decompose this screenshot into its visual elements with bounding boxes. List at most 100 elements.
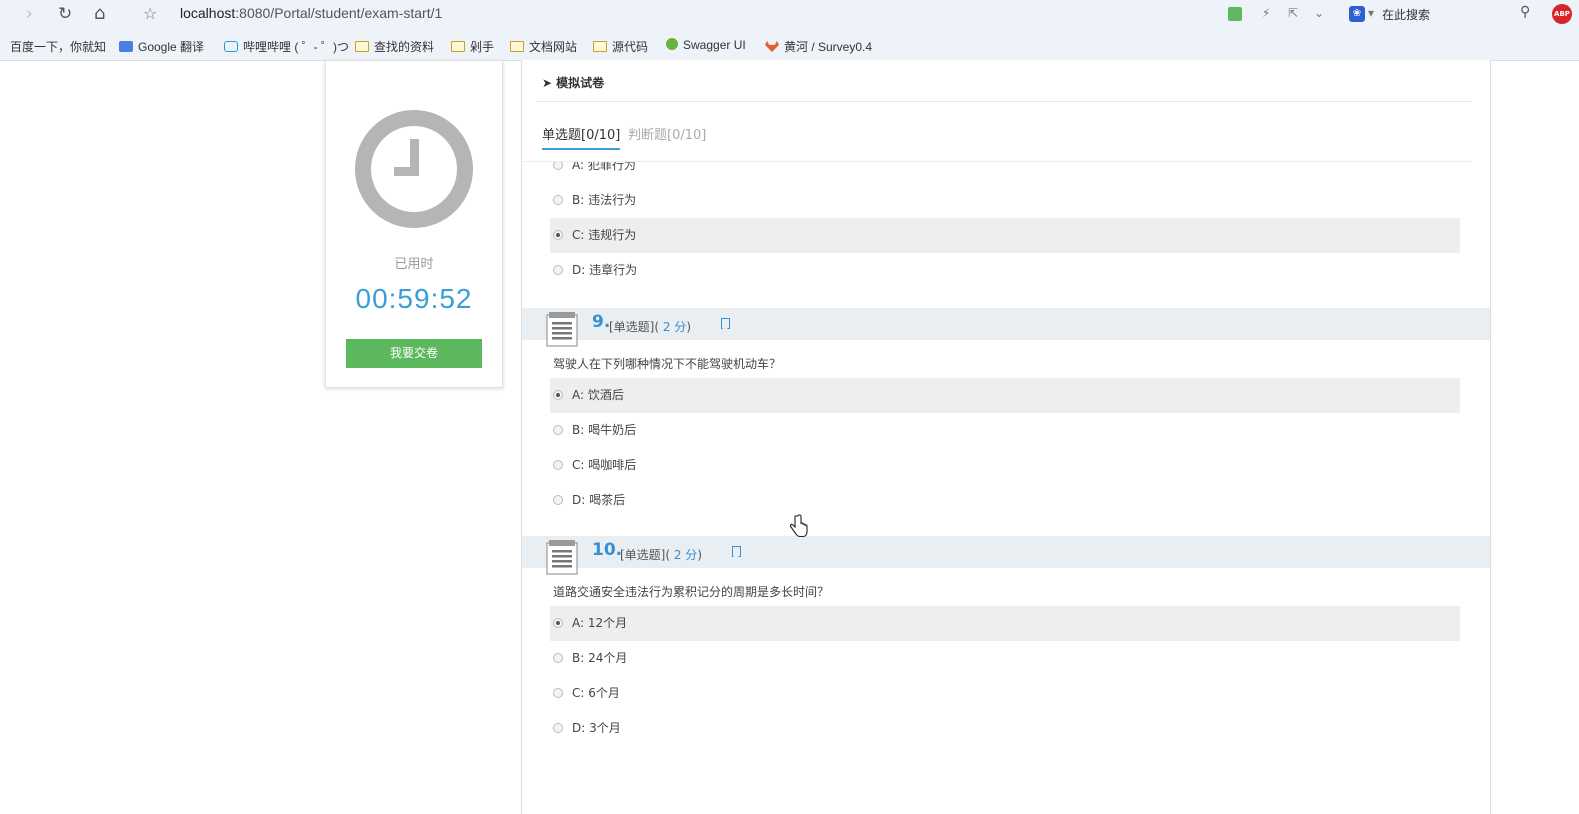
home-icon[interactable]: ⌂: [94, 4, 105, 24]
engine-dropdown-icon[interactable]: ▾: [1368, 6, 1374, 20]
folder-icon: [355, 41, 369, 52]
question-header: 10. [单选题]( 2 分): [522, 536, 1490, 575]
folder-icon: [451, 41, 465, 52]
option-q9-c[interactable]: C: 喝咖啡后: [550, 448, 1460, 483]
option-label: A: 饮酒后: [572, 388, 624, 402]
question-text: 驾驶人在下列哪种情况下不能驾驶机动车？: [553, 357, 782, 371]
radio-button[interactable]: [553, 688, 563, 698]
option-label: D: 3个月: [572, 721, 621, 735]
question-list[interactable]: A: 犯罪行为 B: 违法行为 C: 违规行为 D: 违章行为 9. [单选题]…: [522, 162, 1490, 814]
radio-button[interactable]: [553, 653, 563, 663]
option-label: C: 违规行为: [572, 228, 637, 242]
question-type-label: [单选题](: [620, 548, 671, 562]
bookmark-label: 查找的资料: [374, 40, 435, 54]
browser-toolbar: ‹ › ↻ ⌂ ☆ localhost:8080/Portal/student/…: [0, 0, 1579, 30]
question-type: [单选题]( 2 分): [609, 318, 691, 335]
bookmark-swagger[interactable]: Swagger UI: [666, 38, 746, 52]
bookmark-label: 百度一下，你就知: [10, 40, 107, 54]
bookmark-folder-docs[interactable]: 文档网站: [510, 38, 577, 55]
exam-panel: ➤ 模拟试卷 单选题[0/10] 判断题[0/10] A: 犯罪行为 B: 违法行…: [521, 60, 1491, 814]
option-q10-b[interactable]: B: 24个月: [550, 641, 1460, 676]
divider: [536, 101, 1472, 102]
baidu-paw-icon[interactable]: ❀: [1349, 6, 1365, 22]
radio-button[interactable]: [553, 265, 563, 275]
bookmark-bilibili[interactable]: 哔哩哔哩 ( ゜- ゜)つ: [224, 38, 349, 55]
radio-button[interactable]: [553, 460, 563, 470]
radio-button-checked[interactable]: [553, 618, 563, 628]
option-label: A: 犯罪行为: [572, 162, 636, 172]
bookmark-label: 黄河 / Survey0.4: [784, 40, 873, 54]
adblock-icon[interactable]: ABP: [1552, 4, 1572, 24]
bookmark-star-icon[interactable]: ☆: [143, 4, 157, 24]
elapsed-label: 已用时: [394, 257, 434, 272]
search-icon[interactable]: ⚲: [1520, 4, 1530, 20]
question-type-close: ): [697, 548, 702, 562]
radio-button[interactable]: [553, 723, 563, 733]
forward-icon[interactable]: ›: [26, 4, 33, 24]
radio-button[interactable]: [553, 495, 563, 505]
submit-exam-button[interactable]: 我要交卷: [346, 339, 482, 368]
option-label: C: 6个月: [572, 686, 620, 700]
question-type-close: ): [686, 320, 691, 334]
question-header: 9. [单选题]( 2 分): [522, 308, 1490, 347]
radio-button-checked[interactable]: [553, 390, 563, 400]
option-q10-d[interactable]: D: 3个月: [550, 711, 1460, 746]
radio-button[interactable]: [553, 425, 563, 435]
option-q8-c[interactable]: C: 违规行为: [550, 218, 1460, 253]
reload-icon[interactable]: ↻: [58, 4, 72, 24]
question-number: 10.: [592, 540, 623, 560]
bookmark-baidu[interactable]: 百度一下，你就知: [10, 38, 106, 55]
hand-cursor-icon: [789, 514, 808, 538]
panel-title-text: 模拟试卷: [556, 76, 605, 90]
share-icon[interactable]: ⇱: [1288, 6, 1298, 20]
back-icon[interactable]: ‹: [0, 4, 1, 24]
address-bar[interactable]: localhost:8080/Portal/student/exam-start…: [180, 5, 442, 21]
question-points: 2 分: [670, 548, 698, 562]
paper-plane-icon: ➤: [542, 76, 553, 90]
tab-single-choice[interactable]: 单选题[0/10]: [542, 124, 621, 150]
url-path: :8080/Portal/student/exam-start/1: [235, 5, 443, 21]
bookmark-google-translate[interactable]: Google 翻译: [119, 38, 204, 55]
bookmark-label: 源代码: [612, 40, 649, 54]
option-label: D: 违章行为: [572, 263, 638, 277]
option-q8-a[interactable]: A: 犯罪行为: [550, 162, 1460, 183]
search-input[interactable]: 在此搜索: [1382, 6, 1430, 23]
option-label: D: 喝茶后: [572, 493, 626, 507]
radio-button[interactable]: [553, 195, 563, 205]
bookmark-flag-icon[interactable]: [721, 318, 730, 329]
option-q8-d[interactable]: D: 违章行为: [550, 253, 1460, 288]
question-type: [单选题]( 2 分): [620, 546, 702, 563]
option-q9-d[interactable]: D: 喝茶后: [550, 483, 1460, 518]
option-q8-b[interactable]: B: 违法行为: [550, 183, 1460, 218]
option-q10-c[interactable]: C: 6个月: [550, 676, 1460, 711]
question-type-label: [单选题](: [609, 320, 660, 334]
bookmark-folder-source[interactable]: 源代码: [593, 38, 648, 55]
option-q10-a[interactable]: A: 12个月: [550, 606, 1460, 641]
option-q9-b[interactable]: B: 喝牛奶后: [550, 413, 1460, 448]
option-q9-a[interactable]: A: 饮酒后: [550, 378, 1460, 413]
document-icon: [546, 540, 578, 575]
document-icon: [546, 312, 578, 347]
chevron-down-icon[interactable]: ⌄: [1314, 6, 1324, 20]
bookmark-folder-resources[interactable]: 查找的资料: [355, 38, 434, 55]
bilibili-icon: [224, 41, 238, 52]
tab-true-false[interactable]: 判断题[0/10]: [628, 124, 706, 143]
clock-icon: [355, 110, 473, 228]
option-label: C: 喝咖啡后: [572, 458, 637, 472]
extension-icon[interactable]: [1228, 7, 1242, 21]
radio-button-checked[interactable]: [553, 230, 563, 240]
bookmark-flag-icon[interactable]: [732, 546, 741, 557]
panel-title: ➤ 模拟试卷: [542, 74, 604, 91]
bookmark-gitlab[interactable]: 黄河 / Survey0.4: [765, 38, 872, 55]
bookmark-folder-shopping[interactable]: 剁手: [451, 38, 494, 55]
timer-card: 已用时 00:59:52 我要交卷: [325, 60, 503, 388]
folder-icon: [593, 41, 607, 52]
gitlab-icon: [765, 41, 779, 52]
question-text: 道路交通安全违法行为累积记分的周期是多长时间？: [553, 585, 830, 599]
question-points: 2 分: [659, 320, 687, 334]
lightning-icon[interactable]: ⚡: [1262, 6, 1270, 20]
url-host: localhost: [180, 5, 236, 21]
bookmark-label: 哔哩哔哩 ( ゜- ゜)つ: [243, 40, 349, 54]
radio-button[interactable]: [553, 162, 563, 170]
bookmark-label: 剁手: [470, 40, 495, 54]
